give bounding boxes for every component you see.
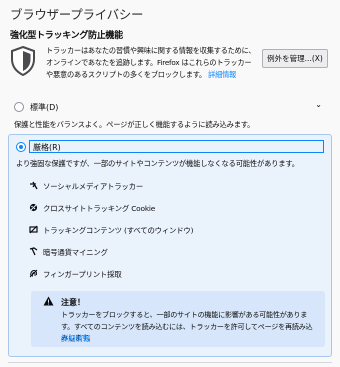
warning-box: 注意！ トラッカーをブロックすると、一部のサイトの機能に影響がある可能性がありま… <box>31 291 325 347</box>
shield-icon <box>11 46 35 76</box>
standard-label: 標準(D) <box>30 103 59 112</box>
list-item: クロスサイトトラッキング Cookie <box>29 203 156 214</box>
list-item-label: トラッキングコンテンツ (すべてのウィンドウ) <box>43 226 194 235</box>
strict-label: 厳格(R) <box>33 143 61 152</box>
chevron-down-icon[interactable]: ⌄ <box>315 100 322 109</box>
option-standard[interactable]: 標準(D) ⌄ 保護と性能をバランスよく。ページが正しく機能するように読み込みま… <box>8 96 332 130</box>
manage-exceptions-button[interactable]: 例外を管理...(X) <box>262 49 328 68</box>
divider <box>8 362 332 363</box>
strict-description: より強固な保護ですが、一部のサイトやコンテンツが機能しなくなる可能性があります。 <box>16 159 299 168</box>
warning-learn-more-link[interactable]: 詳細情報 <box>61 334 90 344</box>
tracking-content-icon <box>29 225 38 234</box>
strict-label-focus: 厳格(R) <box>29 140 324 153</box>
list-item-label: クロスサイトトラッキング Cookie <box>43 204 156 213</box>
warning-body: トラッカーをブロックすると、一部のサイトの機能に影響がある可能性があります。すべ… <box>61 310 313 342</box>
list-item-label: フィンガープリント採取 <box>43 270 122 279</box>
etp-heading: 強化型トラッキング防止機能 <box>10 31 123 41</box>
strict-radio[interactable] <box>16 142 26 152</box>
cryptominer-icon <box>29 247 38 256</box>
list-item-label: ソーシャルメディアトラッカー <box>43 182 144 191</box>
list-item: 暗号通貨マイニング <box>29 247 108 258</box>
cookie-icon <box>29 203 38 212</box>
etp-description: トラッカーはあなたの習慣や興味に関する情報を収集するために、オンラインであなたを… <box>46 45 258 81</box>
list-item: ソーシャルメディアトラッカー <box>30 181 144 192</box>
option-strict[interactable]: 厳格(R) より強固な保護ですが、一部のサイトやコンテンツが機能しなくなる可能性… <box>8 134 332 357</box>
etp-learn-more-link[interactable]: 詳細情報 <box>208 70 236 79</box>
list-item: フィンガープリント採取 <box>29 269 122 280</box>
standard-radio[interactable] <box>14 102 24 112</box>
list-item-label: 暗号通貨マイニング <box>43 248 108 257</box>
social-tracker-icon <box>30 181 38 190</box>
list-item: トラッキングコンテンツ (すべてのウィンドウ) <box>29 225 194 236</box>
warning-icon <box>43 296 54 306</box>
standard-description: 保護と性能をバランスよく。ページが正しく機能するように読み込みます。 <box>14 120 255 129</box>
warning-title: 注意！ <box>61 298 85 307</box>
fingerprint-icon <box>29 269 38 278</box>
section-title: ブラウザープライバシー <box>10 7 144 22</box>
